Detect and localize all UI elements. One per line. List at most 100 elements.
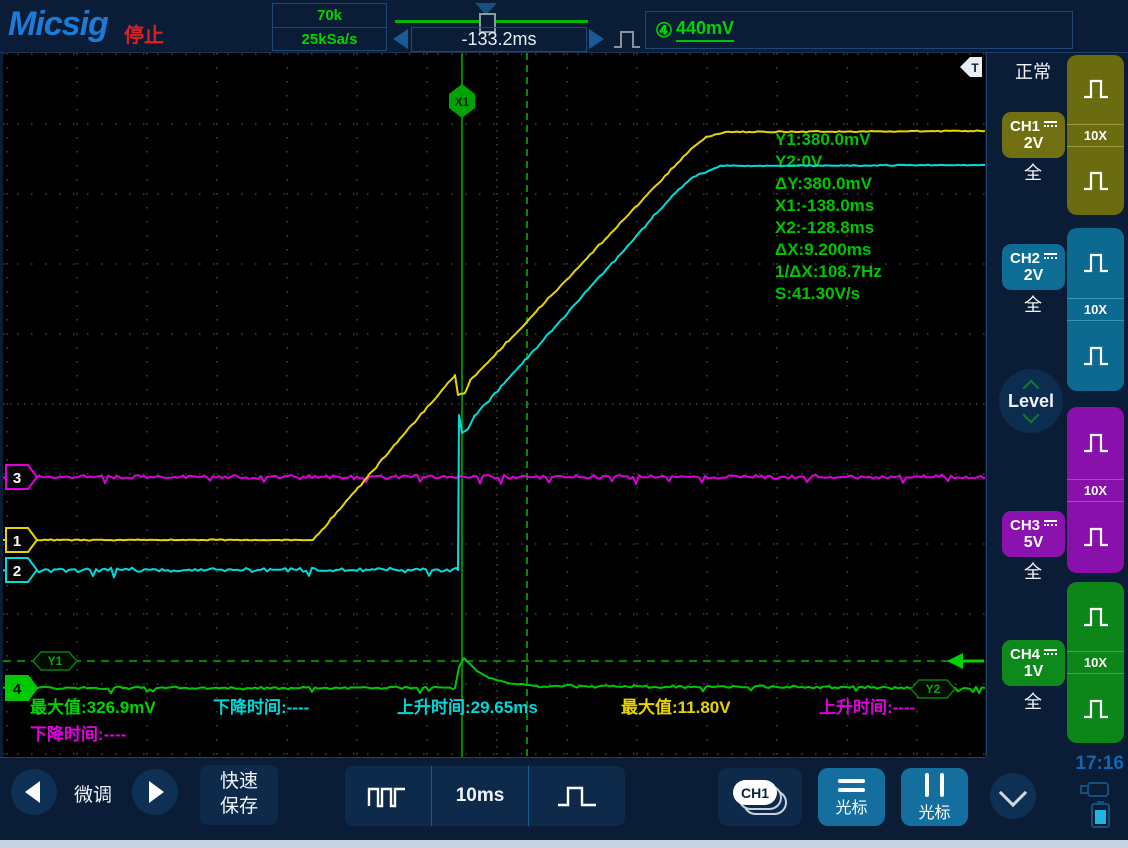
- cursor-button-label: 光标: [918, 799, 950, 823]
- memory-depth-value: 70k: [273, 4, 386, 28]
- svg-text:X1:-138.0ms: X1:-138.0ms: [775, 196, 874, 215]
- channel-marker-4: [6, 676, 37, 700]
- timebase-group: 10ms: [345, 766, 625, 826]
- trigger-level-arrow-head: [947, 653, 963, 669]
- step-right-button[interactable]: [132, 769, 178, 815]
- plot-bottom-divider: [0, 757, 986, 758]
- horizontal-cursor-icon: [838, 779, 865, 792]
- cursor-button-label: 光标: [835, 794, 867, 818]
- svg-text:ΔY:380.0mV: ΔY:380.0mV: [775, 174, 873, 193]
- channel-marker-3: [6, 465, 37, 489]
- pulse-icon: [1081, 603, 1111, 631]
- active-channel-label: CH1: [733, 780, 777, 805]
- quick-save-button[interactable]: 快速 保存: [200, 765, 278, 825]
- channel-panel-ch1[interactable]: 10X: [1067, 55, 1124, 215]
- svg-text:4: 4: [13, 681, 22, 698]
- svg-text:下降时间:----: 下降时间:----: [30, 724, 126, 744]
- channel-panel-ch3[interactable]: 10X: [1067, 407, 1124, 573]
- pulse-icon: [1081, 342, 1111, 370]
- dc-coupling-icon: [1044, 520, 1057, 530]
- sample-rate-value: 25kSa/s: [273, 28, 386, 51]
- timebase-value[interactable]: 10ms: [432, 766, 528, 826]
- pan-right-arrow-icon[interactable]: [589, 29, 604, 49]
- pulse-icon: [1081, 167, 1111, 195]
- trigger-settings-button[interactable]: ④ 440mV: [645, 11, 1073, 49]
- chevron-down-icon: [999, 778, 1027, 806]
- svg-text:X1: X1: [455, 95, 470, 109]
- svg-text:下降时间:----: 下降时间:----: [213, 697, 309, 717]
- ch4-label: CH4: [1010, 646, 1040, 663]
- waveform-canvas: Y1:380.0mVY2:0VΔY:380.0mVX1:-138.0msX2:-…: [3, 53, 985, 758]
- svg-text:1: 1: [13, 533, 21, 550]
- ch2-bandwidth-label: 全: [1001, 291, 1065, 317]
- brand-logo: Micsig: [8, 5, 108, 44]
- quick-save-label-line2: 保存: [220, 795, 258, 820]
- channel-marker-2: [6, 558, 37, 582]
- dc-coupling-icon: [1044, 649, 1057, 659]
- ch4-attenuation-label: 10X: [1067, 651, 1124, 674]
- svg-text:X2:-128.8ms: X2:-128.8ms: [775, 218, 874, 237]
- pulse-icon: [554, 781, 600, 811]
- fine-tune-label: 微调: [74, 780, 112, 807]
- horizontal-cursor-button[interactable]: 光标: [818, 768, 885, 826]
- waveform-ch3: [3, 475, 985, 484]
- vertical-cursor-button[interactable]: 光标: [901, 768, 968, 826]
- dc-coupling-icon: [1044, 253, 1057, 263]
- trigger-mode-label: 正常: [1001, 58, 1065, 84]
- svg-text:T: T: [971, 61, 979, 75]
- sidebar-divider: [986, 52, 987, 757]
- channel-button-ch4[interactable]: CH4 1V: [1002, 640, 1065, 686]
- svg-text:Y2:0V: Y2:0V: [775, 152, 823, 171]
- trigger-level-button[interactable]: Level: [999, 369, 1063, 433]
- dc-coupling-icon: [1044, 121, 1057, 131]
- channel-panel-ch2[interactable]: 10X: [1067, 228, 1124, 391]
- pulse-icon: [1081, 249, 1111, 277]
- svg-text:1/ΔX:108.7Hz: 1/ΔX:108.7Hz: [775, 262, 882, 281]
- ch3-bandwidth-label: 全: [1001, 558, 1065, 584]
- stacked-channels-icon: CH1: [733, 778, 789, 818]
- ch2-label: CH2: [1010, 250, 1040, 267]
- graticule: [3, 53, 985, 758]
- run-state-badge: 停止: [124, 19, 164, 48]
- svg-text:Y2: Y2: [926, 682, 941, 696]
- svg-text:S:41.30V/s: S:41.30V/s: [775, 284, 860, 303]
- pulse-icon: [1081, 75, 1111, 103]
- step-left-button[interactable]: [11, 769, 57, 815]
- ch1-scale: 2V: [1024, 135, 1044, 153]
- svg-text:Y1: Y1: [48, 654, 63, 668]
- right-arrow-icon: [149, 781, 164, 803]
- ch2-scale: 2V: [1024, 267, 1044, 285]
- pulse-icon: [1081, 523, 1111, 551]
- pulse-icon: [1081, 695, 1111, 723]
- trigger-level-value: 440mV: [676, 18, 734, 42]
- active-channel-select-button[interactable]: CH1: [718, 768, 802, 826]
- top-bar: Micsig 停止 70k 25kSa/s -133.2ms ④ 440mV: [0, 0, 1128, 53]
- trigger-source-badge: ④: [655, 18, 673, 43]
- pan-left-arrow-icon[interactable]: [393, 29, 408, 49]
- svg-text:上升时间:29.65ms: 上升时间:29.65ms: [397, 697, 538, 717]
- pulse-train-icon: [365, 781, 411, 811]
- ch4-scale: 1V: [1024, 663, 1044, 681]
- channel-button-ch1[interactable]: CH1 2V: [1002, 112, 1065, 158]
- timebase-zoom-in-button[interactable]: [529, 766, 625, 826]
- waveform-display-area[interactable]: Y1:380.0mVY2:0VΔY:380.0mVX1:-138.0msX2:-…: [3, 52, 985, 758]
- ch2-attenuation-label: 10X: [1067, 298, 1124, 321]
- channel-panel-ch4[interactable]: 10X: [1067, 582, 1124, 743]
- ch1-attenuation-label: 10X: [1067, 124, 1124, 147]
- timebase-zoom-out-button[interactable]: [345, 766, 431, 826]
- svg-text:ΔX:9.200ms: ΔX:9.200ms: [775, 240, 871, 259]
- ch1-bandwidth-label: 全: [1001, 159, 1065, 185]
- acquisition-info-button[interactable]: 70k 25kSa/s: [272, 3, 387, 51]
- horizontal-position-value[interactable]: -133.2ms: [411, 27, 587, 52]
- channel-button-ch2[interactable]: CH2 2V: [1002, 244, 1065, 290]
- ch4-bandwidth-label: 全: [1001, 688, 1065, 714]
- channel-button-ch3[interactable]: CH3 5V: [1002, 511, 1065, 557]
- svg-text:最大值:326.9mV: 最大值:326.9mV: [30, 697, 156, 717]
- ch3-attenuation-label: 10X: [1067, 479, 1124, 502]
- waveform-ch4: [3, 658, 985, 693]
- ch3-scale: 5V: [1024, 534, 1044, 552]
- collapse-menu-button[interactable]: [990, 773, 1036, 819]
- vertical-cursor-icon: [925, 773, 944, 797]
- svg-text:2: 2: [13, 563, 21, 580]
- ch1-label: CH1: [1010, 118, 1040, 135]
